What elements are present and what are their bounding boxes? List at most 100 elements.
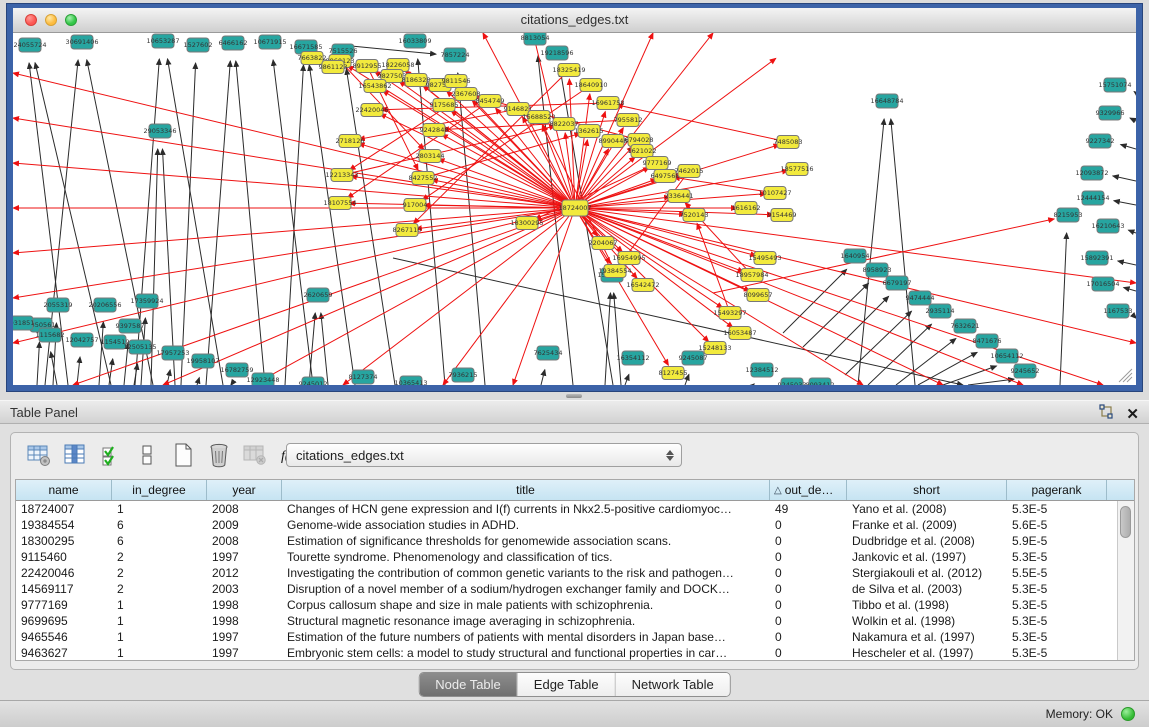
network-node[interactable]: 7485083 bbox=[774, 136, 803, 149]
network-window-titlebar[interactable]: citations_edges.txt bbox=[13, 8, 1136, 33]
network-node[interactable]: 8427552 bbox=[409, 172, 438, 185]
network-edge[interactable] bbox=[13, 163, 575, 208]
network-node[interactable]: 9329966 bbox=[1096, 106, 1125, 120]
network-node[interactable]: 18325419 bbox=[552, 64, 585, 77]
network-node[interactable]: 15751074 bbox=[1098, 78, 1131, 92]
network-node[interactable]: 9397587 bbox=[116, 319, 145, 333]
network-node[interactable]: 7520143 bbox=[680, 209, 709, 222]
network-edge[interactable] bbox=[285, 65, 303, 385]
network-node[interactable]: 12042757 bbox=[65, 333, 98, 347]
network-node[interactable]: 12444154 bbox=[1076, 191, 1109, 205]
network-edge[interactable] bbox=[803, 283, 869, 347]
network-edge[interactable] bbox=[605, 293, 610, 385]
network-node[interactable]: 8958923 bbox=[863, 263, 892, 277]
network-edge[interactable] bbox=[359, 144, 575, 208]
network-node[interactable]: 10653287 bbox=[146, 34, 179, 48]
delete-column-icon[interactable] bbox=[205, 442, 232, 468]
network-node[interactable]: 2620659 bbox=[304, 288, 333, 302]
column-header-title[interactable]: title bbox=[282, 480, 770, 500]
network-edge[interactable] bbox=[236, 61, 265, 385]
network-node[interactable]: 15495493 bbox=[748, 252, 781, 265]
table-row[interactable]: 1872400712008Changes of HCN gene express… bbox=[16, 501, 1117, 517]
network-node[interactable]: 15493297 bbox=[713, 307, 746, 320]
network-node[interactable]: 16648784 bbox=[870, 94, 903, 108]
network-edge[interactable] bbox=[13, 208, 575, 253]
close-panel-icon[interactable]: ✕ bbox=[1126, 407, 1139, 422]
network-node[interactable]: 7632621 bbox=[951, 319, 980, 333]
network-node[interactable]: 2803144 bbox=[416, 150, 445, 163]
network-node[interactable]: 30691406 bbox=[65, 35, 98, 49]
network-edge[interactable] bbox=[134, 364, 138, 385]
show-columns-icon[interactable] bbox=[61, 442, 88, 468]
network-node[interactable]: 9175685 bbox=[430, 99, 459, 112]
column-header-short[interactable]: short bbox=[847, 480, 1007, 500]
network-node[interactable]: 16033809 bbox=[398, 34, 431, 48]
column-header-pagerank[interactable]: pagerank bbox=[1007, 480, 1107, 500]
network-node[interactable]: 17359924 bbox=[130, 294, 163, 308]
network-edge[interactable] bbox=[575, 208, 1103, 385]
network-edge[interactable] bbox=[197, 378, 199, 385]
table-row[interactable]: 1938455462009Genome-wide association stu… bbox=[16, 517, 1117, 533]
network-node[interactable]: 1362615 bbox=[575, 125, 604, 138]
network-node[interactable]: 9245033 bbox=[778, 378, 807, 385]
network-node[interactable]: 2204067 bbox=[589, 237, 618, 250]
network-node[interactable]: 22420046 bbox=[355, 104, 388, 117]
network-node[interactable]: 16954995 bbox=[612, 252, 645, 265]
table-row[interactable]: 946362711997Embryonic stem cells: a mode… bbox=[16, 645, 1117, 660]
network-node[interactable]: 9245087 bbox=[679, 351, 708, 365]
network-node[interactable]: 9777169 bbox=[643, 157, 672, 170]
network-node[interactable]: 18577516 bbox=[780, 163, 813, 176]
network-node[interactable]: 18640910 bbox=[574, 79, 607, 92]
network-node[interactable]: 9245012 bbox=[299, 377, 328, 385]
network-edge[interactable] bbox=[575, 208, 1136, 343]
network-edge[interactable] bbox=[896, 339, 956, 385]
network-node[interactable]: 10654112 bbox=[990, 349, 1023, 363]
table-row[interactable]: 1456911722003Disruption of a novel membe… bbox=[16, 581, 1117, 597]
network-edge[interactable] bbox=[541, 370, 545, 385]
network-node[interactable]: 16542472 bbox=[626, 279, 659, 292]
network-node[interactable]: 6679197 bbox=[883, 276, 912, 290]
network-node[interactable]: 8267110 bbox=[393, 224, 422, 237]
network-node[interactable]: 8454749 bbox=[476, 95, 505, 108]
network-node[interactable]: 16210643 bbox=[1091, 219, 1124, 233]
network-edge[interactable] bbox=[163, 208, 575, 385]
network-edge[interactable] bbox=[1060, 233, 1067, 385]
network-node[interactable]: 2935114 bbox=[926, 304, 955, 318]
network-node[interactable]: 8215953 bbox=[1054, 208, 1083, 222]
network-node[interactable]: 9474444 bbox=[906, 291, 935, 305]
network-edge[interactable] bbox=[1134, 92, 1136, 93]
delete-table-icon[interactable] bbox=[241, 442, 268, 468]
network-node[interactable]: 2718126 bbox=[336, 135, 365, 148]
network-edge[interactable] bbox=[273, 60, 313, 385]
network-edge[interactable] bbox=[309, 65, 355, 385]
network-node[interactable]: 7857224 bbox=[441, 48, 470, 62]
table-row[interactable]: 911546021997Tourette syndrome. Phenomeno… bbox=[16, 549, 1117, 565]
memory-ok-indicator-icon[interactable] bbox=[1121, 707, 1135, 721]
network-node[interactable]: 8912955 bbox=[353, 60, 382, 73]
network-node[interactable]: 9154469 bbox=[768, 209, 797, 222]
network-edge[interactable] bbox=[1114, 201, 1136, 205]
network-canvas[interactable]: 2405572430691406106532871527602646616210… bbox=[13, 33, 1136, 385]
network-node[interactable]: 16354112 bbox=[616, 351, 649, 365]
create-column-icon[interactable] bbox=[169, 442, 196, 468]
network-node[interactable]: 19958107 bbox=[186, 354, 219, 368]
network-node[interactable]: 2055319 bbox=[44, 298, 73, 312]
network-node[interactable]: 8099657 bbox=[744, 289, 773, 302]
network-node[interactable]: 10107427 bbox=[758, 187, 791, 200]
network-edge[interactable] bbox=[1124, 287, 1136, 291]
network-node[interactable]: 917004 bbox=[403, 199, 428, 212]
network-edge[interactable] bbox=[614, 293, 621, 385]
network-node[interactable]: 24055724 bbox=[13, 38, 46, 52]
network-node[interactable]: 12093872 bbox=[1075, 166, 1108, 180]
select-all-icon[interactable] bbox=[97, 442, 124, 468]
tab-edge-table[interactable]: Edge Table bbox=[518, 673, 616, 696]
network-node[interactable]: 29053346 bbox=[143, 124, 176, 138]
network-node[interactable]: 16782759 bbox=[220, 363, 253, 377]
resize-grip-icon[interactable] bbox=[1123, 373, 1132, 382]
network-node[interactable]: 8127374 bbox=[349, 370, 378, 384]
network-edge[interactable] bbox=[423, 133, 580, 178]
network-node[interactable]: 2336441 bbox=[665, 190, 694, 203]
network-node[interactable]: 9861123 bbox=[319, 61, 348, 74]
network-node[interactable]: 7955812 bbox=[614, 114, 643, 127]
network-node[interactable]: 6466162 bbox=[219, 36, 248, 50]
